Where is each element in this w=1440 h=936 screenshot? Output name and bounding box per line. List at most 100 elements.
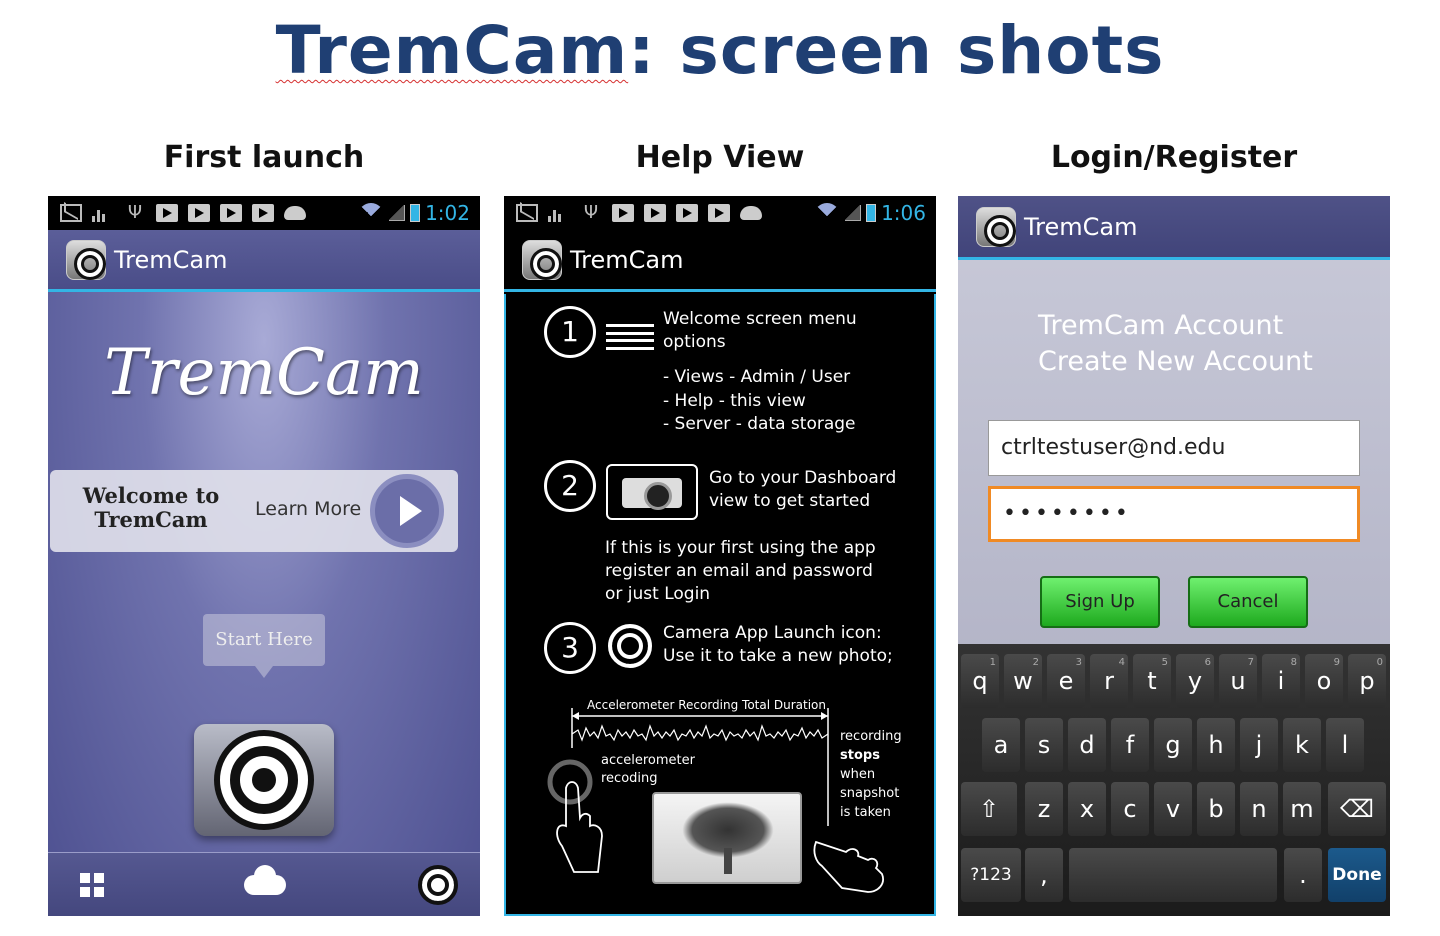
battery-icon <box>410 204 421 222</box>
play-store-icon <box>220 204 242 222</box>
android-icon <box>740 206 762 220</box>
android-icon <box>284 206 306 220</box>
start-here-tooltip: Start Here <box>203 614 325 678</box>
camera-launch-button[interactable] <box>194 724 334 836</box>
app-title: TremCam <box>1024 212 1138 241</box>
key-j[interactable]: j <box>1240 718 1278 772</box>
arrow-head-left <box>572 712 579 720</box>
menu-icon <box>606 324 654 350</box>
key-a[interactable]: a <box>982 718 1020 772</box>
cloud-icon[interactable] <box>244 865 286 895</box>
backspace-icon: ⌫ <box>1340 795 1374 823</box>
stop-label: snapshot <box>840 786 899 801</box>
soft-keyboard: q1 w2 e3 r4 t5 y6 u7 i8 o9 p0 a s d f g … <box>958 644 1390 916</box>
learn-more-link[interactable]: Learn More <box>255 498 361 520</box>
gmail-icon <box>60 204 82 222</box>
symbols-key[interactable]: ?123 <box>961 848 1021 902</box>
shift-key[interactable]: ⇧ <box>961 782 1017 836</box>
stop-label: when <box>840 767 875 782</box>
play-store-icon <box>708 204 730 222</box>
stats-icon <box>548 204 570 222</box>
step-text: Camera App Launch icon: Use it to take a… <box>663 623 893 666</box>
menu-option: - Views - Admin / User <box>663 367 851 387</box>
status-clock: 1:02 <box>425 201 470 225</box>
stop-label: stops <box>840 748 880 763</box>
status-clock: 1:06 <box>881 201 926 225</box>
key-x[interactable]: x <box>1068 782 1106 836</box>
page-title: TremCam: screen shots <box>275 12 1165 89</box>
period-key[interactable]: . <box>1284 848 1322 902</box>
key-n[interactable]: n <box>1240 782 1278 836</box>
stats-icon <box>92 204 114 222</box>
key-h[interactable]: h <box>1197 718 1235 772</box>
key-m[interactable]: m <box>1283 782 1321 836</box>
key-u[interactable]: u7 <box>1219 654 1257 708</box>
play-store-icon <box>252 204 274 222</box>
key-t[interactable]: t5 <box>1133 654 1171 708</box>
duration-label: Accelerometer Recording Total Duration <box>587 698 826 712</box>
cancel-button[interactable]: Cancel <box>1188 576 1308 628</box>
space-key[interactable] <box>1069 848 1277 902</box>
stop-label: is taken <box>840 805 891 820</box>
bottom-bar <box>48 852 480 916</box>
app-logo-icon[interactable] <box>522 239 562 280</box>
key-o[interactable]: o9 <box>1305 654 1343 708</box>
arrow-head-right <box>821 712 828 720</box>
key-y[interactable]: y6 <box>1176 654 1214 708</box>
help-view-screen: Ψ 1:06 TremCam 1 Welcome screen menu opt… <box>504 196 936 916</box>
play-store-icon <box>676 204 698 222</box>
email-field[interactable]: ctrltestuser@nd.edu <box>988 420 1360 476</box>
key-f[interactable]: f <box>1111 718 1149 772</box>
key-b[interactable]: b <box>1197 782 1235 836</box>
accelerometer-label: accelerometer <box>601 753 696 768</box>
caption-help-view: Help View <box>635 140 805 175</box>
key-k[interactable]: k <box>1283 718 1321 772</box>
signal-icon <box>389 205 406 221</box>
app-logo-icon[interactable] <box>976 206 1016 247</box>
step-number: 1 <box>544 306 596 358</box>
backspace-key[interactable]: ⌫ <box>1328 782 1386 836</box>
status-bar: Ψ 1:02 <box>48 196 480 230</box>
camera-target-icon[interactable] <box>418 865 458 905</box>
help-content: 1 Welcome screen menu options - Views - … <box>504 294 936 916</box>
welcome-card[interactable]: Welcome to TremCam Learn More <box>50 470 458 552</box>
key-l[interactable]: l <box>1326 718 1364 772</box>
key-q[interactable]: q1 <box>961 654 999 708</box>
camera-target-icon <box>214 730 314 830</box>
battery-icon <box>866 204 877 222</box>
shift-icon: ⇧ <box>978 795 1000 823</box>
stop-label: recording <box>840 729 902 744</box>
hand-pointer-icon <box>813 840 884 893</box>
hand-pointer-icon <box>556 781 603 873</box>
usb-icon: Ψ <box>127 202 143 223</box>
password-field[interactable]: •••••••• <box>988 486 1360 542</box>
key-w[interactable]: w2 <box>1004 654 1042 708</box>
key-c[interactable]: c <box>1111 782 1149 836</box>
step-number: 3 <box>544 622 596 674</box>
key-i[interactable]: i8 <box>1262 654 1300 708</box>
menu-option: - Help - this view <box>663 391 806 411</box>
action-bar: TremCam <box>958 196 1390 260</box>
comma-key[interactable]: , <box>1025 848 1063 902</box>
key-d[interactable]: d <box>1068 718 1106 772</box>
grid-icon[interactable] <box>80 873 104 897</box>
tree-photo <box>652 792 802 884</box>
caption-login-register: Login/Register <box>1050 140 1298 175</box>
key-r[interactable]: r4 <box>1090 654 1128 708</box>
sign-up-button[interactable]: Sign Up <box>1040 576 1160 628</box>
welcome-text: Welcome to TremCam <box>82 483 220 532</box>
done-key[interactable]: Done <box>1328 848 1386 902</box>
key-p[interactable]: p0 <box>1348 654 1386 708</box>
app-logo-icon[interactable] <box>66 239 106 280</box>
key-v[interactable]: v <box>1154 782 1192 836</box>
key-s[interactable]: s <box>1025 718 1063 772</box>
arrow-right-icon[interactable] <box>370 474 444 548</box>
key-e[interactable]: e3 <box>1047 654 1085 708</box>
key-g[interactable]: g <box>1154 718 1192 772</box>
tree-trunk <box>724 848 732 874</box>
first-use-note: If this is your first using the app regi… <box>605 538 876 604</box>
key-z[interactable]: z <box>1025 782 1063 836</box>
step-text: Welcome screen menu options <box>663 309 857 352</box>
gmail-icon <box>516 204 538 222</box>
signal-icon <box>845 205 862 221</box>
